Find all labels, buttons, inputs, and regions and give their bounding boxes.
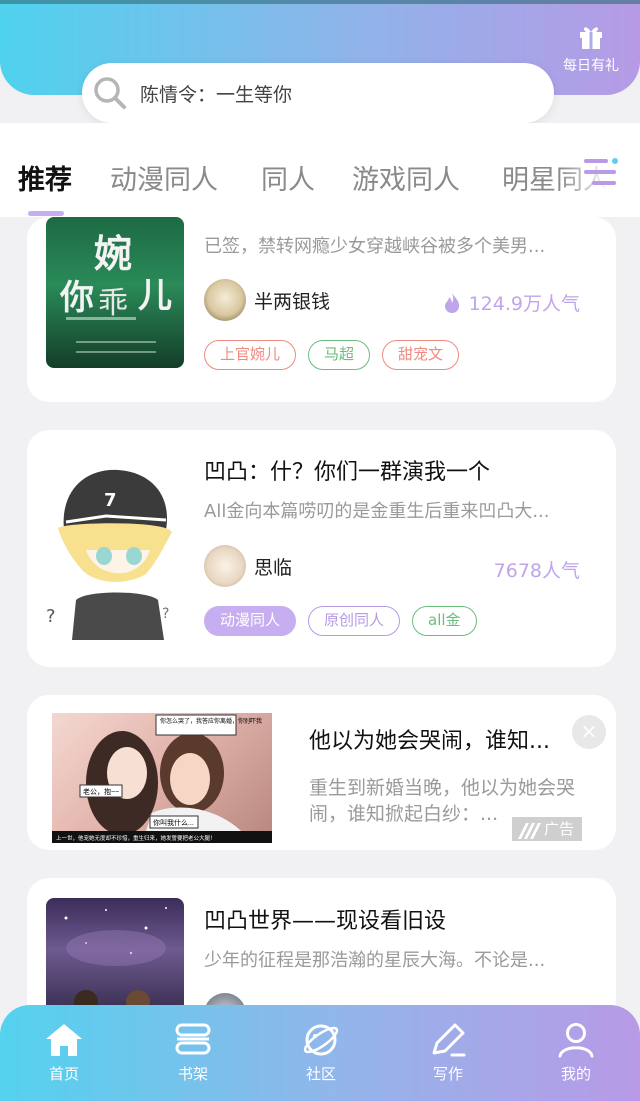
nav-profile[interactable]: 我的: [531, 1021, 621, 1084]
tag[interactable]: 动漫同人: [204, 606, 297, 636]
svg-text:乖: 乖: [98, 286, 128, 321]
tab-recommend[interactable]: 推荐: [18, 158, 72, 197]
popularity-count: 7678人气: [493, 560, 580, 582]
gift-label: 每日有礼: [563, 58, 619, 74]
daily-gift-button[interactable]: 每日有礼: [556, 22, 626, 75]
book-author[interactable]: 思临: [204, 545, 292, 587]
gift-icon: [580, 27, 602, 49]
ad-close-button[interactable]: ×: [572, 715, 606, 749]
category-tabs: 推荐 动漫同人 同人 游戏同人 明星同人: [0, 123, 640, 217]
svg-text:婉: 婉: [94, 231, 132, 276]
search-text: 陈情令：一生等你: [140, 83, 293, 106]
ad-bubble-3: 你叫我什么...: [153, 818, 194, 827]
book-cover: 婉 你 乖 儿: [46, 217, 184, 368]
nav-label: 我的: [560, 1065, 591, 1083]
flame-icon: [444, 292, 459, 313]
tag-list: 上官婉儿 马超 甜宠文: [204, 340, 471, 370]
tab-fanfic[interactable]: 同人: [261, 158, 315, 197]
svg-text:?: ?: [46, 606, 56, 627]
author-name: 半两银钱: [254, 290, 331, 313]
book-author[interactable]: 半两银钱: [204, 279, 330, 321]
tab-game-fanfic[interactable]: 游戏同人: [352, 158, 460, 197]
ad-badge-label: 广告: [543, 820, 574, 838]
ad-stripes-icon: [517, 823, 541, 839]
nav-label: 社区: [305, 1065, 336, 1083]
svg-text:你: 你: [59, 278, 94, 318]
nav-community[interactable]: 社区: [276, 1021, 366, 1084]
book-description: 已签，禁转网瘾少女穿越峡谷被多个美男...: [204, 236, 546, 257]
book-title: 凹凸：什？你们一群演我一个: [204, 460, 491, 485]
svg-text:?: ?: [162, 606, 169, 622]
avatar: [204, 545, 246, 587]
book-description: All金向本篇唠叨的是金重生后重来凹凸大...: [204, 501, 550, 522]
author-name: 思临: [254, 556, 293, 579]
book-title: 凹凸世界——现设看旧设: [204, 909, 447, 934]
book-card[interactable]: 7 ? ? 凹凸：什？你们一群演我一个 All金向本篇唠叨的是金重生后重来凹凸大…: [27, 430, 616, 667]
ad-title: 他以为她会哭闹，谁知...: [309, 729, 550, 754]
nav-label: 首页: [48, 1065, 79, 1083]
ad-badge: 广告: [511, 817, 582, 841]
popularity: 124.9万人气: [443, 289, 580, 316]
ad-image: 你怎么哭了，我答应你离婚，你别吓我 老公，抱~~ 你叫我什么... 上一世，他宠…: [52, 713, 272, 843]
home-icon: [46, 1024, 82, 1056]
avatar: [204, 279, 246, 321]
search-icon: [94, 77, 126, 109]
ad-caption: 上一世，他宠她无度却不珍惜，重生归来，她发誓要把老公大腿！: [56, 834, 216, 842]
tab-anime-fanfic[interactable]: 动漫同人: [110, 158, 218, 197]
tag[interactable]: 原创同人: [308, 606, 401, 636]
user-icon: [558, 1023, 594, 1058]
nav-label: 写作: [432, 1065, 463, 1083]
tag[interactable]: 上官婉儿: [204, 340, 297, 370]
pen-icon: [432, 1023, 466, 1057]
ad-bubble-2: 老公，抱~~: [83, 787, 119, 796]
nav-home[interactable]: 首页: [19, 1021, 109, 1084]
svg-text:儿: 儿: [138, 276, 172, 316]
tag[interactable]: all金: [412, 606, 477, 636]
tag[interactable]: 马超: [308, 340, 371, 370]
popularity-count: 124.9万人气: [468, 293, 580, 315]
tag-list: 动漫同人 原创同人 all金: [204, 606, 489, 636]
nav-bookshelf[interactable]: 书架: [148, 1021, 238, 1084]
book-description: 少年的征程是那浩瀚的星辰大海。不论是...: [204, 950, 546, 971]
ad-card[interactable]: 你怎么哭了，我答应你离婚，你别吓我 老公，抱~~ 你叫我什么... 上一世，他宠…: [27, 695, 616, 850]
svg-text:7: 7: [104, 490, 117, 511]
bottom-navigation: 首页 书架 社区 写作 我的: [0, 1005, 640, 1101]
nav-label: 书架: [177, 1065, 208, 1083]
book-cover: 7 ? ?: [46, 450, 184, 640]
book-card[interactable]: 婉 你 乖 儿 已签，禁转网瘾少女穿越峡谷被多个美男... 半两银钱 124.9…: [27, 217, 616, 402]
active-tab-indicator: [28, 211, 64, 216]
nav-write[interactable]: 写作: [403, 1021, 493, 1084]
status-bar-line: [0, 0, 640, 4]
search-bar[interactable]: 陈情令：一生等你: [82, 63, 554, 123]
tag[interactable]: 甜宠文: [382, 340, 460, 370]
category-menu-icon[interactable]: [584, 156, 620, 188]
ad-bubble-1: 你怎么哭了，我答应你离婚，你别吓我: [160, 717, 262, 725]
planet-icon: [303, 1024, 339, 1056]
bookshelf-icon: [175, 1023, 211, 1055]
popularity: 7678人气: [494, 556, 580, 583]
